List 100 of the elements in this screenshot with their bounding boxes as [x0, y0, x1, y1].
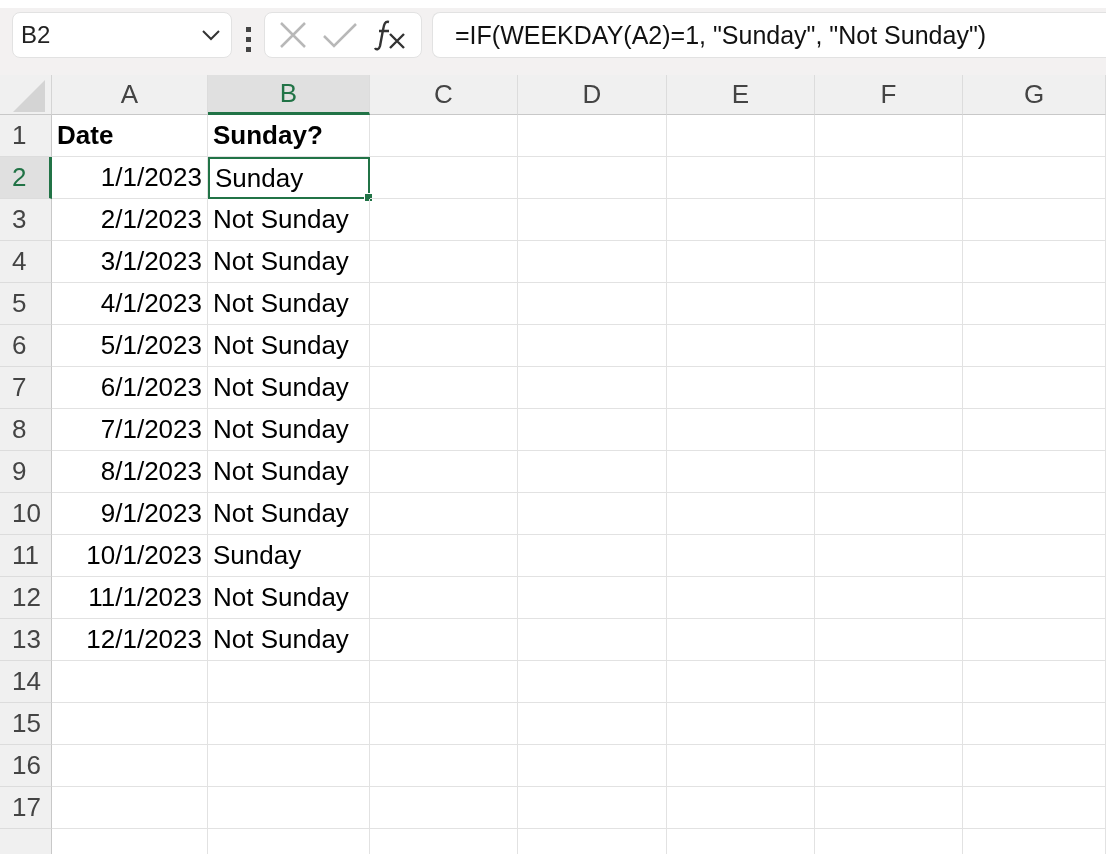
spreadsheet-cell[interactable]: Sunday? — [208, 115, 370, 157]
empty-cell[interactable] — [518, 451, 667, 493]
empty-cell[interactable] — [370, 241, 518, 283]
check-icon[interactable] — [322, 22, 358, 48]
empty-cell[interactable] — [667, 409, 815, 451]
row-header[interactable]: 10 — [0, 493, 52, 535]
spreadsheet-cell[interactable]: Not Sunday — [208, 493, 370, 535]
row-header[interactable]: 13 — [0, 619, 52, 661]
spreadsheet-cell[interactable]: 11/1/2023 — [52, 577, 208, 619]
empty-cell[interactable] — [815, 367, 963, 409]
empty-cell[interactable] — [815, 619, 963, 661]
column-header[interactable]: C — [370, 75, 518, 115]
empty-cell[interactable] — [518, 493, 667, 535]
empty-cell[interactable] — [370, 115, 518, 157]
spreadsheet-cell[interactable]: Not Sunday — [208, 577, 370, 619]
empty-cell[interactable] — [815, 157, 963, 199]
empty-cell[interactable] — [963, 661, 1106, 703]
empty-cell[interactable] — [667, 535, 815, 577]
empty-cell[interactable] — [963, 493, 1106, 535]
empty-cell[interactable] — [667, 115, 815, 157]
empty-cell[interactable] — [518, 409, 667, 451]
empty-cell[interactable] — [518, 283, 667, 325]
empty-cell[interactable] — [518, 367, 667, 409]
empty-cell[interactable] — [518, 325, 667, 367]
column-header[interactable]: G — [963, 75, 1106, 115]
row-header[interactable]: 4 — [0, 241, 52, 283]
row-header[interactable]: 7 — [0, 367, 52, 409]
empty-cell[interactable] — [370, 367, 518, 409]
empty-cell[interactable] — [815, 283, 963, 325]
row-header[interactable]: 5 — [0, 283, 52, 325]
spreadsheet-cell[interactable]: 7/1/2023 — [52, 409, 208, 451]
empty-cell[interactable] — [963, 325, 1106, 367]
empty-cell[interactable] — [370, 745, 518, 787]
column-header[interactable]: E — [667, 75, 815, 115]
empty-cell[interactable] — [518, 745, 667, 787]
empty-cell[interactable] — [815, 451, 963, 493]
empty-cell[interactable] — [667, 703, 815, 745]
empty-cell[interactable] — [815, 745, 963, 787]
empty-cell[interactable] — [370, 661, 518, 703]
empty-cell[interactable] — [963, 409, 1106, 451]
empty-cell[interactable] — [370, 619, 518, 661]
empty-cell[interactable] — [370, 325, 518, 367]
empty-cell[interactable] — [815, 199, 963, 241]
empty-cell[interactable] — [370, 535, 518, 577]
empty-cell[interactable] — [667, 241, 815, 283]
empty-cell[interactable] — [518, 619, 667, 661]
select-all-corner[interactable] — [0, 75, 52, 115]
empty-cell[interactable] — [815, 703, 963, 745]
spreadsheet-cell[interactable]: Date — [52, 115, 208, 157]
spreadsheet-cell[interactable]: 6/1/2023 — [52, 367, 208, 409]
empty-cell[interactable] — [667, 367, 815, 409]
empty-cell[interactable] — [815, 325, 963, 367]
empty-cell[interactable] — [667, 577, 815, 619]
empty-cell[interactable] — [667, 745, 815, 787]
empty-cell[interactable] — [518, 577, 667, 619]
empty-cell[interactable] — [370, 577, 518, 619]
empty-cell[interactable] — [518, 787, 667, 829]
row-header[interactable]: 8 — [0, 409, 52, 451]
row-header[interactable]: 9 — [0, 451, 52, 493]
empty-cell[interactable] — [370, 199, 518, 241]
empty-cell[interactable] — [370, 283, 518, 325]
empty-cell[interactable] — [963, 157, 1106, 199]
empty-cell[interactable] — [667, 157, 815, 199]
spreadsheet-cell[interactable]: Not Sunday — [208, 283, 370, 325]
empty-cell[interactable] — [667, 199, 815, 241]
empty-cell[interactable] — [963, 115, 1106, 157]
column-header[interactable]: F — [815, 75, 963, 115]
empty-cell[interactable] — [667, 619, 815, 661]
empty-cell[interactable] — [370, 409, 518, 451]
empty-cell[interactable] — [963, 787, 1106, 829]
spreadsheet-cell[interactable]: 4/1/2023 — [52, 283, 208, 325]
spreadsheet-cell[interactable]: 1/1/2023 — [52, 157, 208, 199]
empty-cell[interactable] — [518, 157, 667, 199]
more-options-icon[interactable] — [246, 26, 252, 53]
empty-cell[interactable] — [963, 577, 1106, 619]
empty-cell[interactable] — [963, 241, 1106, 283]
empty-cell[interactable] — [208, 745, 370, 787]
column-header[interactable]: D — [518, 75, 667, 115]
spreadsheet-cell[interactable]: Not Sunday — [208, 367, 370, 409]
empty-cell[interactable] — [518, 661, 667, 703]
formula-bar[interactable]: =IF(WEEKDAY(A2)=1, "Sunday", "Not Sunday") — [432, 12, 1106, 58]
spreadsheet-cell[interactable]: Not Sunday — [208, 199, 370, 241]
empty-cell[interactable] — [963, 199, 1106, 241]
row-header[interactable]: 15 — [0, 703, 52, 745]
row-header[interactable]: 3 — [0, 199, 52, 241]
empty-cell[interactable] — [815, 577, 963, 619]
spreadsheet-cell[interactable]: 10/1/2023 — [52, 535, 208, 577]
empty-cell[interactable] — [208, 787, 370, 829]
spreadsheet-cell[interactable]: Sunday — [208, 157, 370, 199]
empty-cell[interactable] — [815, 535, 963, 577]
spreadsheet-cell[interactable]: 8/1/2023 — [52, 451, 208, 493]
spreadsheet-cell[interactable]: 3/1/2023 — [52, 241, 208, 283]
empty-cell[interactable] — [370, 787, 518, 829]
column-header[interactable]: B — [208, 75, 370, 115]
empty-cell[interactable] — [208, 661, 370, 703]
function-icon[interactable] — [373, 18, 408, 52]
row-header[interactable]: 14 — [0, 661, 52, 703]
fill-handle[interactable] — [364, 193, 373, 202]
spreadsheet-cell[interactable]: 2/1/2023 — [52, 199, 208, 241]
empty-cell[interactable] — [370, 451, 518, 493]
